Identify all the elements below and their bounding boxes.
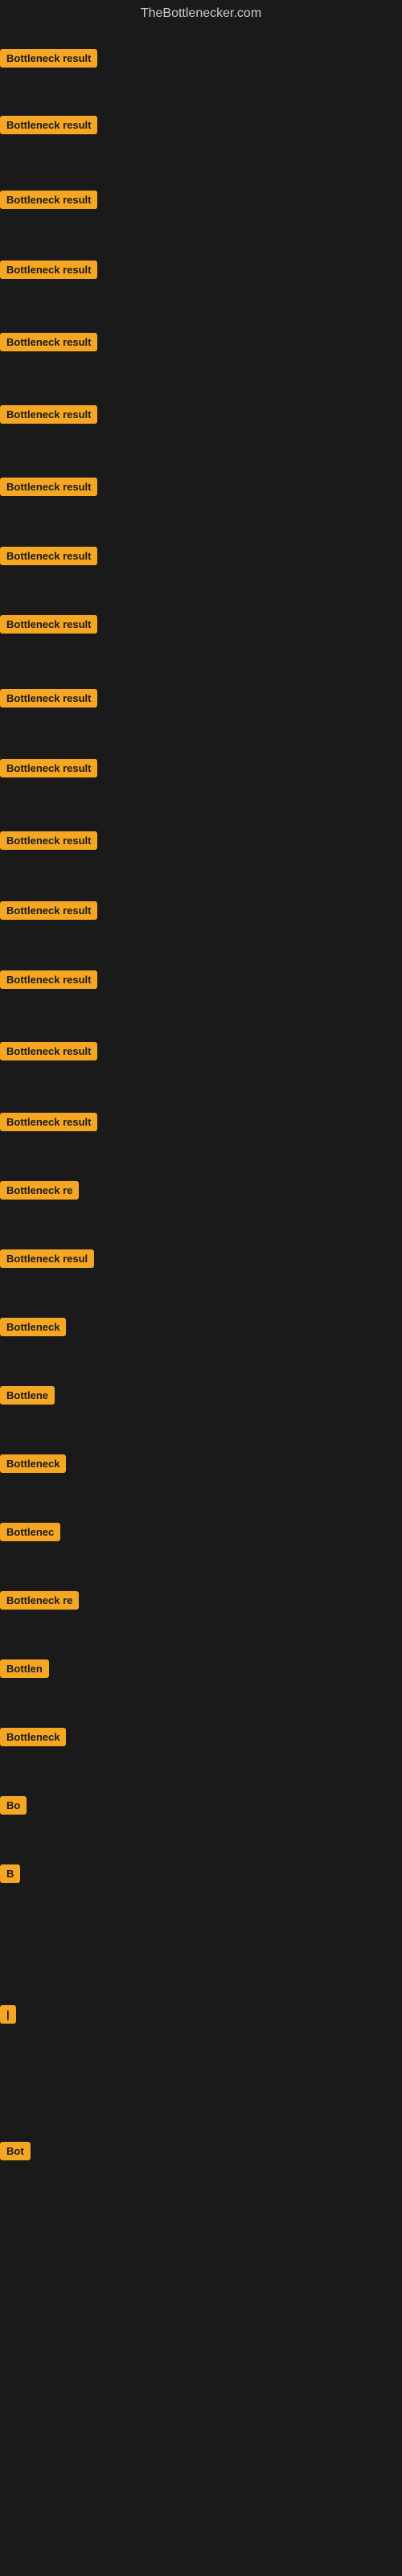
bottleneck-badge-17: Bottleneck re bbox=[0, 1181, 79, 1200]
bottleneck-item-29: | bbox=[0, 2005, 16, 2028]
bottleneck-badge-14: Bottleneck result bbox=[0, 970, 97, 989]
bottleneck-item-17: Bottleneck re bbox=[0, 1181, 79, 1204]
bottleneck-badge-21: Bottleneck bbox=[0, 1454, 66, 1473]
bottleneck-badge-6: Bottleneck result bbox=[0, 405, 97, 424]
bottleneck-badge-13: Bottleneck result bbox=[0, 901, 97, 920]
bottleneck-badge-15: Bottleneck result bbox=[0, 1042, 97, 1060]
bottleneck-item-1: Bottleneck result bbox=[0, 49, 97, 72]
bottleneck-item-19: Bottleneck bbox=[0, 1318, 66, 1340]
bottleneck-badge-8: Bottleneck result bbox=[0, 547, 97, 565]
bottleneck-badge-24: Bottlen bbox=[0, 1659, 49, 1678]
bottleneck-badge-7: Bottleneck result bbox=[0, 478, 97, 496]
bottleneck-badge-4: Bottleneck result bbox=[0, 260, 97, 279]
bottleneck-badge-19: Bottleneck bbox=[0, 1318, 66, 1336]
bottleneck-badge-22: Bottlenec bbox=[0, 1523, 60, 1541]
bottleneck-item-10: Bottleneck result bbox=[0, 689, 97, 712]
bottleneck-item-31: Bot bbox=[0, 2142, 31, 2164]
bottleneck-badge-29: | bbox=[0, 2005, 16, 2024]
bottleneck-item-13: Bottleneck result bbox=[0, 901, 97, 924]
bottleneck-badge-10: Bottleneck result bbox=[0, 689, 97, 708]
site-title: TheBottlenecker.com bbox=[0, 0, 402, 27]
bottleneck-item-6: Bottleneck result bbox=[0, 405, 97, 428]
bottleneck-badge-9: Bottleneck result bbox=[0, 615, 97, 634]
bottleneck-badge-11: Bottleneck result bbox=[0, 759, 97, 777]
bottleneck-item-27: B bbox=[0, 1864, 20, 1887]
bottleneck-badge-5: Bottleneck result bbox=[0, 333, 97, 351]
bottleneck-item-7: Bottleneck result bbox=[0, 478, 97, 500]
bottleneck-item-5: Bottleneck result bbox=[0, 333, 97, 355]
bottleneck-item-23: Bottleneck re bbox=[0, 1591, 79, 1614]
bottleneck-badge-26: Bo bbox=[0, 1796, 27, 1815]
bottleneck-item-4: Bottleneck result bbox=[0, 260, 97, 283]
bottleneck-item-3: Bottleneck result bbox=[0, 191, 97, 213]
bottleneck-badge-3: Bottleneck result bbox=[0, 191, 97, 209]
bottleneck-item-12: Bottleneck result bbox=[0, 831, 97, 854]
bottleneck-item-2: Bottleneck result bbox=[0, 116, 97, 138]
bottleneck-badge-1: Bottleneck result bbox=[0, 49, 97, 68]
bottleneck-badge-16: Bottleneck result bbox=[0, 1113, 97, 1131]
bottleneck-item-21: Bottleneck bbox=[0, 1454, 66, 1477]
bottleneck-badge-2: Bottleneck result bbox=[0, 116, 97, 134]
bottleneck-badge-23: Bottleneck re bbox=[0, 1591, 79, 1610]
bottleneck-item-22: Bottlenec bbox=[0, 1523, 60, 1545]
bottleneck-item-18: Bottleneck resul bbox=[0, 1249, 94, 1272]
bottleneck-badge-20: Bottlene bbox=[0, 1386, 55, 1405]
bottleneck-badge-18: Bottleneck resul bbox=[0, 1249, 94, 1268]
bottleneck-item-25: Bottleneck bbox=[0, 1728, 66, 1750]
bottleneck-badge-31: Bot bbox=[0, 2142, 31, 2160]
bottleneck-item-14: Bottleneck result bbox=[0, 970, 97, 993]
bottleneck-item-15: Bottleneck result bbox=[0, 1042, 97, 1064]
bottleneck-badge-25: Bottleneck bbox=[0, 1728, 66, 1746]
bottleneck-item-11: Bottleneck result bbox=[0, 759, 97, 781]
bottleneck-badge-12: Bottleneck result bbox=[0, 831, 97, 850]
bottleneck-badge-27: B bbox=[0, 1864, 20, 1883]
bottleneck-item-16: Bottleneck result bbox=[0, 1113, 97, 1135]
bottleneck-item-9: Bottleneck result bbox=[0, 615, 97, 638]
bottleneck-item-8: Bottleneck result bbox=[0, 547, 97, 569]
bottleneck-item-26: Bo bbox=[0, 1796, 27, 1819]
bottleneck-item-24: Bottlen bbox=[0, 1659, 49, 1682]
bottleneck-item-20: Bottlene bbox=[0, 1386, 55, 1409]
